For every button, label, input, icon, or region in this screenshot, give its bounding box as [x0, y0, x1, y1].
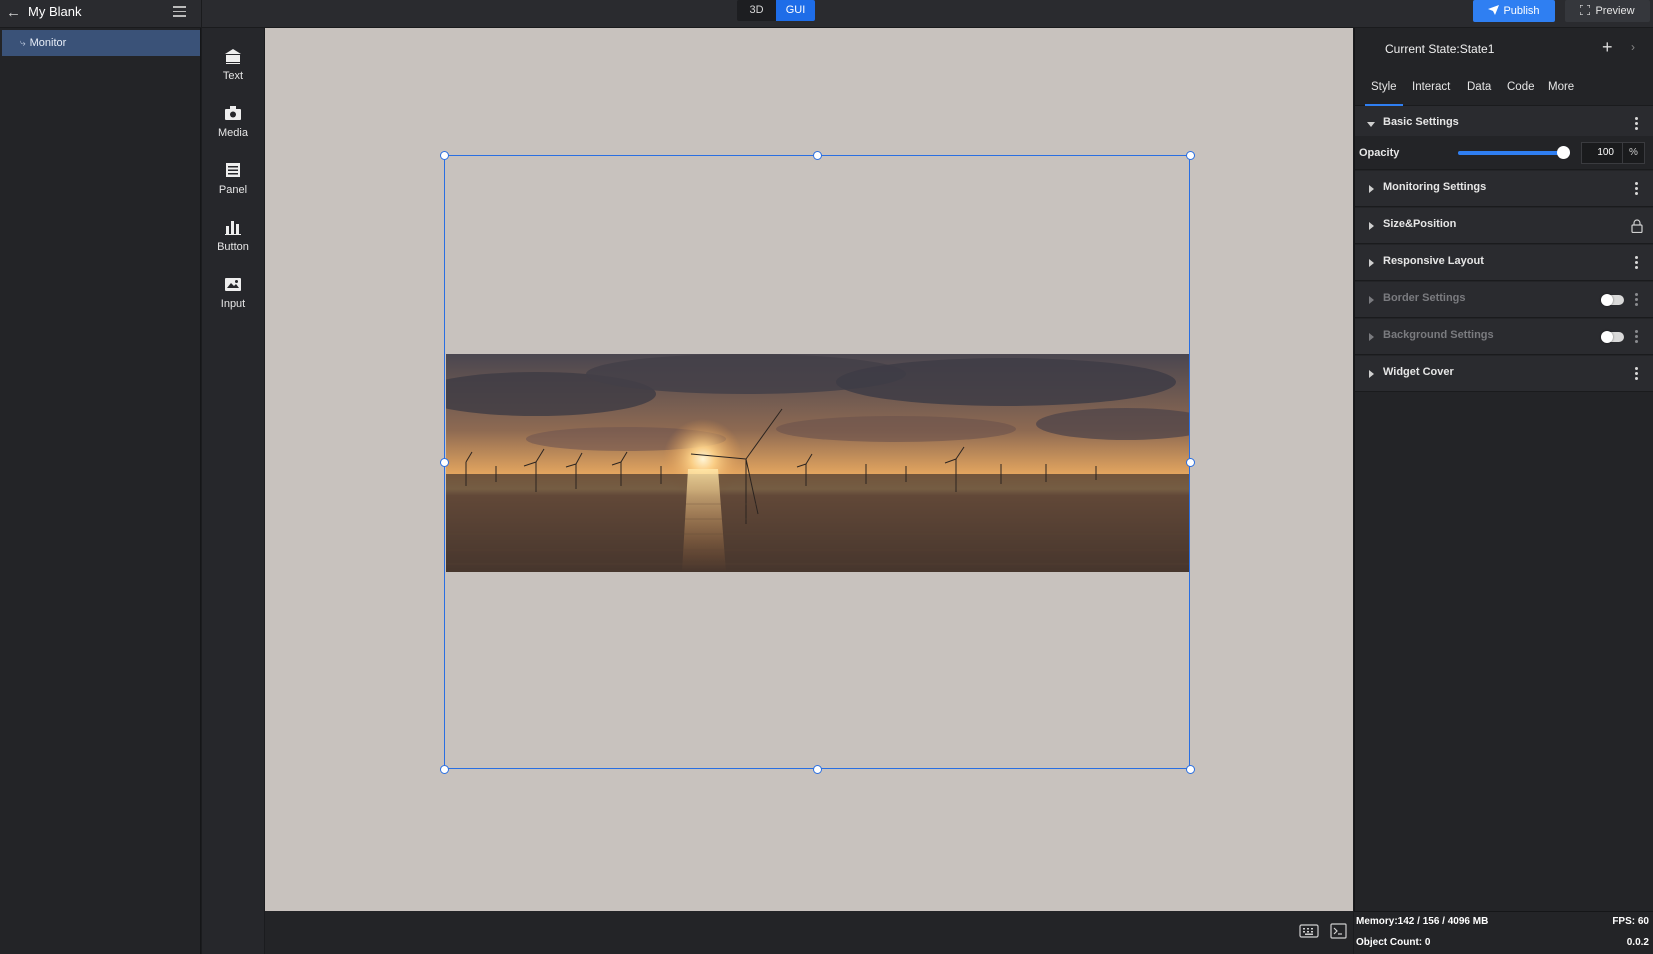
layer-tree-panel: ⤷ Monitor [0, 28, 201, 954]
button-widget-icon [225, 221, 241, 235]
hamburger-menu-icon[interactable] [173, 3, 187, 21]
caret-right-icon [1369, 333, 1374, 341]
background-settings-toggle[interactable] [1601, 331, 1624, 343]
mode-gui-button[interactable]: GUI [776, 0, 815, 21]
inspector-panel: Current State:State1 + › Style Interact … [1354, 28, 1653, 911]
resize-handle-top-right[interactable] [1186, 151, 1195, 160]
resize-handle-bottom[interactable] [813, 765, 822, 774]
top-bar: ← My Blank 3D GUI Publish Preview [0, 0, 1653, 28]
tree-item-monitor[interactable]: ⤷ Monitor [2, 30, 200, 56]
tool-input[interactable]: Input [202, 266, 264, 316]
current-state-label: Current State:State1 [1385, 42, 1495, 56]
tab-more[interactable]: More [1548, 74, 1574, 106]
tab-data[interactable]: Data [1467, 74, 1491, 106]
back-arrow-icon[interactable]: ← [6, 4, 22, 22]
opacity-row: Opacity 100 % [1355, 136, 1653, 170]
section-title: Responsive Layout [1383, 255, 1484, 267]
preview-button[interactable]: Preview [1565, 0, 1650, 22]
preview-label: Preview [1595, 5, 1635, 17]
section-border-settings[interactable]: Border Settings [1355, 282, 1653, 318]
divider [201, 0, 202, 28]
more-options-icon[interactable] [1635, 291, 1639, 309]
input-widget-icon [225, 278, 241, 291]
inspector-tabs: Style Interact Data Code More [1355, 74, 1653, 106]
tool-label: Panel [218, 184, 248, 196]
resize-handle-top-left[interactable] [440, 151, 449, 160]
opacity-slider[interactable] [1458, 146, 1570, 159]
resize-handle-top[interactable] [813, 151, 822, 160]
section-title: Size&Position [1383, 218, 1457, 230]
tool-media[interactable]: Media [202, 95, 264, 145]
send-icon [1488, 5, 1500, 15]
mode-3d-button[interactable]: 3D [737, 0, 776, 21]
tool-label: Media [218, 127, 248, 139]
section-title: Monitoring Settings [1383, 181, 1487, 193]
add-state-icon[interactable]: + [1602, 37, 1613, 57]
section-responsive-layout[interactable]: Responsive Layout [1355, 245, 1653, 281]
caret-down-icon [1367, 122, 1375, 127]
text-widget-icon [225, 49, 241, 64]
canvas-bottom-bar [265, 911, 1353, 954]
tree-item-label: Monitor [29, 37, 67, 49]
resize-handle-right[interactable] [1186, 458, 1195, 467]
lock-icon[interactable] [1631, 219, 1643, 233]
caret-right-icon [1369, 370, 1374, 378]
selection-box[interactable] [444, 155, 1190, 769]
more-options-icon[interactable] [1635, 180, 1639, 198]
panel-widget-icon [226, 163, 240, 177]
opacity-slider-knob[interactable] [1557, 146, 1570, 159]
more-options-icon[interactable] [1635, 254, 1639, 272]
version-label: 0.0.2 [1626, 937, 1649, 948]
resize-handle-bottom-left[interactable] [440, 765, 449, 774]
opacity-input[interactable]: 100 [1581, 142, 1623, 164]
resize-handle-bottom-right[interactable] [1186, 765, 1195, 774]
tab-code[interactable]: Code [1507, 74, 1535, 106]
tab-style[interactable]: Style [1365, 74, 1403, 106]
opacity-label: Opacity [1359, 147, 1400, 159]
tool-button[interactable]: Button [202, 209, 264, 259]
media-widget-icon [225, 106, 241, 120]
fullscreen-icon [1579, 4, 1592, 16]
section-size-position[interactable]: Size&Position [1355, 208, 1653, 244]
caret-right-icon [1369, 185, 1374, 193]
border-settings-toggle[interactable] [1601, 294, 1624, 306]
tool-label: Text [222, 70, 244, 82]
section-title: Background Settings [1383, 329, 1494, 341]
opacity-slider-fill [1458, 151, 1570, 155]
memory-readout: Memory:142 / 156 / 4096 MB [1356, 916, 1489, 927]
section-title: Widget Cover [1383, 366, 1454, 378]
more-options-icon[interactable] [1635, 115, 1639, 133]
section-monitoring-settings[interactable]: Monitoring Settings [1355, 171, 1653, 207]
section-background-settings[interactable]: Background Settings [1355, 319, 1653, 355]
status-bar: Memory:142 / 156 / 4096 MB Object Count:… [1354, 911, 1653, 954]
fps-readout: FPS: 60 [1612, 916, 1649, 927]
caret-right-icon [1369, 259, 1374, 267]
caret-right-icon [1369, 296, 1374, 304]
caret-right-icon [1369, 222, 1374, 230]
tool-label: Input [220, 298, 246, 310]
monitor-node-icon: ⤷ [20, 38, 26, 49]
tool-label: Button [217, 241, 249, 253]
tab-interact[interactable]: Interact [1412, 74, 1450, 106]
publish-button[interactable]: Publish [1473, 0, 1555, 22]
tool-panel[interactable]: Panel [202, 152, 264, 202]
terminal-icon[interactable] [1330, 923, 1347, 939]
tool-text[interactable]: Text [202, 38, 264, 88]
more-options-icon[interactable] [1635, 365, 1639, 383]
more-options-icon[interactable] [1635, 328, 1639, 346]
object-count: Object Count: 0 [1356, 937, 1431, 948]
resize-handle-left[interactable] [440, 458, 449, 467]
publish-label: Publish [1503, 5, 1540, 17]
chevron-right-icon[interactable]: › [1631, 40, 1635, 54]
mode-switch: 3D GUI [737, 0, 815, 21]
project-title: My Blank [28, 4, 82, 19]
opacity-unit: % [1623, 142, 1645, 164]
section-title: Border Settings [1383, 292, 1466, 304]
section-widget-cover[interactable]: Widget Cover [1355, 356, 1653, 392]
widget-toolbar: Text Media Panel Button Input [202, 28, 264, 954]
keyboard-icon[interactable] [1299, 924, 1319, 938]
section-title: Basic Settings [1383, 116, 1459, 128]
